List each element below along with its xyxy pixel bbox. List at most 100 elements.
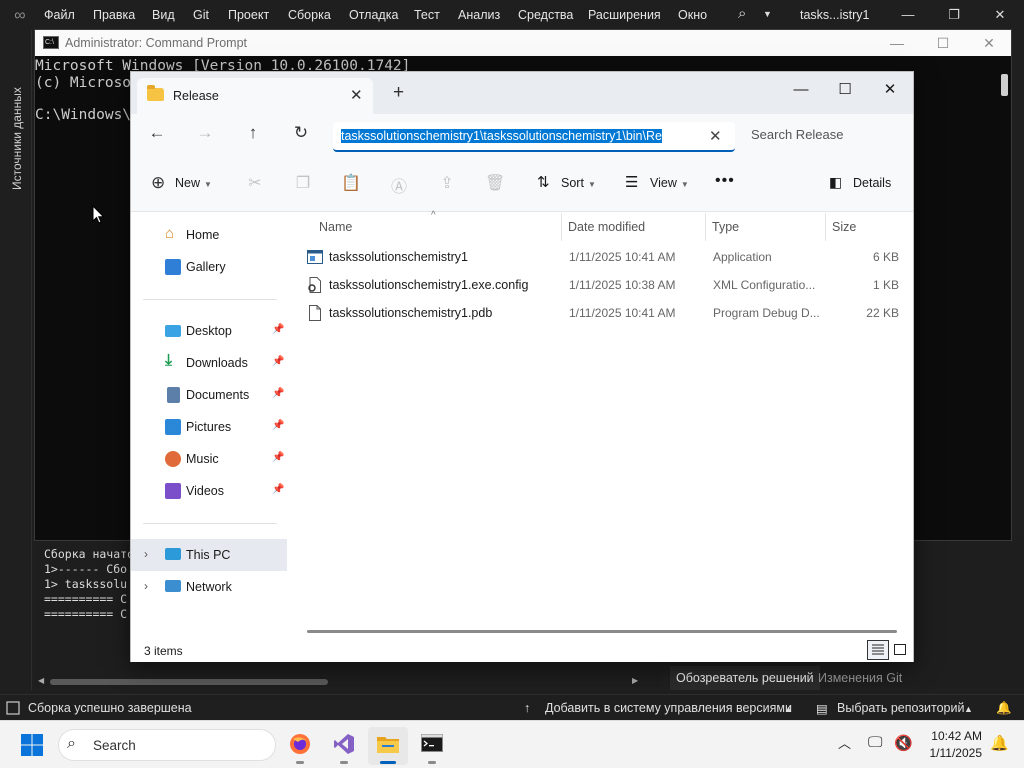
column-divider[interactable]	[561, 213, 562, 241]
vs-menu-edit[interactable]: Правка	[93, 8, 135, 22]
copy-icon[interactable]: ❐	[293, 173, 313, 193]
vs-minimize-button[interactable]: —	[890, 3, 926, 27]
file-row[interactable]: taskssolutionschemistry1.pdb 1/11/2025 1…	[299, 299, 905, 327]
up-arrow-icon[interactable]: ↑	[239, 123, 267, 143]
taskbar-app-file-explorer[interactable]	[368, 727, 408, 765]
share-icon[interactable]: ⇪	[437, 173, 457, 193]
vs-menu-tools[interactable]: Средства	[518, 8, 573, 22]
expand-chevron-icon[interactable]: ›	[144, 547, 148, 561]
new-plus-icon[interactable]: ⊕	[151, 173, 165, 193]
vs-restore-button[interactable]: ❐	[936, 3, 972, 27]
output-horizontal-scrollbar[interactable]	[50, 679, 328, 685]
pin-icon[interactable]: 📌	[272, 420, 284, 431]
file-row[interactable]: taskssolutionschemistry1.exe.config 1/11…	[299, 271, 905, 299]
vs-menu-project[interactable]: Проект	[228, 8, 269, 22]
paste-icon[interactable]: 📋	[341, 173, 361, 193]
taskbar-clock-date[interactable]: 1/11/2025	[916, 746, 983, 760]
vs-menu-git[interactable]: Git	[193, 8, 209, 22]
tab-release[interactable]: Release ✕	[137, 78, 373, 114]
close-tab-icon[interactable]: ✕	[350, 86, 363, 104]
column-header-type[interactable]: Type	[712, 220, 739, 234]
pin-icon[interactable]: 📌	[272, 324, 284, 335]
cmd-minimize-button[interactable]: —	[875, 31, 919, 55]
windows-start-icon[interactable]	[20, 733, 44, 757]
column-divider[interactable]	[825, 213, 826, 241]
more-options-icon[interactable]: •••	[715, 172, 735, 190]
column-divider[interactable]	[705, 213, 706, 241]
explorer-minimize-button[interactable]: —	[779, 76, 823, 104]
taskbar-app-command-prompt[interactable]	[412, 727, 452, 765]
nav-item-music[interactable]: Music 📌	[131, 443, 287, 475]
pin-icon[interactable]: 📌	[272, 452, 284, 463]
forward-arrow-icon[interactable]: →	[191, 123, 219, 143]
tiles-view-button[interactable]	[889, 640, 911, 660]
vs-menu-test[interactable]: Тест	[414, 8, 440, 22]
vs-search-icon[interactable]: ⌕	[738, 5, 746, 22]
cmd-maximize-button[interactable]: ☐	[921, 31, 965, 55]
nav-item-pictures[interactable]: Pictures 📌	[131, 411, 287, 443]
details-button[interactable]: Details	[853, 176, 891, 190]
scroll-right-arrow-icon[interactable]: ▶	[632, 676, 638, 685]
taskbar-app-firefox[interactable]	[280, 727, 320, 765]
address-text[interactable]: taskssolutionschemistry1\taskssolutionsc…	[341, 129, 696, 143]
sort-icon[interactable]: ⇅	[537, 173, 550, 191]
nav-item-gallery[interactable]: Gallery	[131, 251, 287, 283]
show-hidden-icons-chevron-icon[interactable]: ︿	[838, 733, 851, 752]
column-header-size[interactable]: Size	[832, 220, 856, 234]
vs-menu-build[interactable]: Сборка	[288, 8, 331, 22]
cmd-vertical-scrollbar[interactable]	[1001, 74, 1008, 96]
search-release-input[interactable]: Search Release	[751, 127, 844, 142]
clear-address-icon[interactable]: ✕	[709, 127, 722, 145]
cut-icon[interactable]: ✂	[245, 173, 265, 193]
vs-menu-debug[interactable]: Отладка	[349, 8, 398, 22]
vs-menu-window[interactable]: Окно	[678, 8, 707, 22]
taskbar-app-visual-studio[interactable]	[324, 727, 364, 765]
select-repository-button[interactable]: Выбрать репозиторий	[837, 701, 964, 715]
vs-menu-extensions[interactable]: Расширения	[588, 8, 661, 22]
taskbar-clock-time[interactable]: 10:42 AM	[924, 729, 982, 743]
nav-item-downloads[interactable]: ⤓ Downloads 📌	[131, 347, 287, 379]
nav-item-network[interactable]: › Network	[131, 571, 287, 603]
nav-item-this-pc[interactable]: › This PC	[131, 539, 287, 571]
pin-icon[interactable]: 📌	[272, 484, 284, 495]
speaker-muted-icon[interactable]: 🔇	[894, 734, 913, 752]
vs-data-sources-tab[interactable]: Источники данных	[10, 80, 24, 190]
file-explorer-window[interactable]: Release ✕ + — ☐ ✕ ← → ↑ ↻ taskssolutions…	[130, 71, 914, 662]
delete-icon[interactable]: 🗑	[485, 173, 505, 193]
view-button[interactable]: View ▼	[650, 176, 689, 190]
back-arrow-icon[interactable]: ←	[143, 123, 171, 143]
column-header-date-modified[interactable]: Date modified	[568, 220, 645, 234]
file-row[interactable]: taskssolutionschemistry1 1/11/2025 10:41…	[299, 243, 905, 271]
taskbar-search-box[interactable]: ⌕ Search	[58, 729, 276, 761]
nav-item-home[interactable]: ⌂ Home	[131, 219, 287, 251]
rename-icon[interactable]: Ⓐ	[389, 173, 409, 197]
explorer-close-button[interactable]: ✕	[868, 76, 912, 104]
nav-item-videos[interactable]: Videos 📌	[131, 475, 287, 507]
vs-close-button[interactable]: ✕	[982, 3, 1018, 27]
tab-solution-explorer[interactable]: Обозреватель решений	[670, 666, 820, 690]
network-tray-icon[interactable]: 🖵	[868, 734, 882, 751]
vs-search-chevron-icon[interactable]: ▼	[763, 9, 772, 19]
details-pane-icon[interactable]: ◧	[829, 174, 842, 191]
vs-menu-view[interactable]: Вид	[152, 8, 175, 22]
column-header-name[interactable]: Name	[319, 220, 352, 234]
new-tab-button[interactable]: +	[393, 83, 404, 103]
cmd-close-button[interactable]: ✕	[967, 31, 1011, 55]
pin-icon[interactable]: 📌	[272, 388, 284, 399]
chevron-up-icon[interactable]: ▲	[784, 704, 793, 714]
vs-solution-title[interactable]: tasks...istry1	[800, 8, 869, 22]
nav-item-desktop[interactable]: Desktop 📌	[131, 315, 287, 347]
file-list-horizontal-scrollbar[interactable]	[307, 630, 897, 633]
address-bar[interactable]: taskssolutionschemistry1\taskssolutionsc…	[333, 122, 735, 152]
cmd-titlebar[interactable]: C:\ Administrator: Command Prompt — ☐ ✕	[35, 30, 1011, 56]
new-button[interactable]: New ▼	[175, 176, 212, 190]
pin-icon[interactable]: 📌	[272, 356, 284, 367]
notification-bell-icon[interactable]: 🔔	[990, 734, 1009, 752]
chevron-up-icon[interactable]: ▲	[964, 704, 973, 714]
details-view-button[interactable]	[867, 640, 889, 660]
tab-git-changes[interactable]: Изменения Git	[812, 666, 908, 690]
nav-item-documents[interactable]: Documents 📌	[131, 379, 287, 411]
vs-menu-file[interactable]: Файл	[44, 8, 75, 22]
expand-chevron-icon[interactable]: ›	[144, 579, 148, 593]
add-to-source-control-button[interactable]: Добавить в систему управления версиями	[545, 701, 792, 715]
